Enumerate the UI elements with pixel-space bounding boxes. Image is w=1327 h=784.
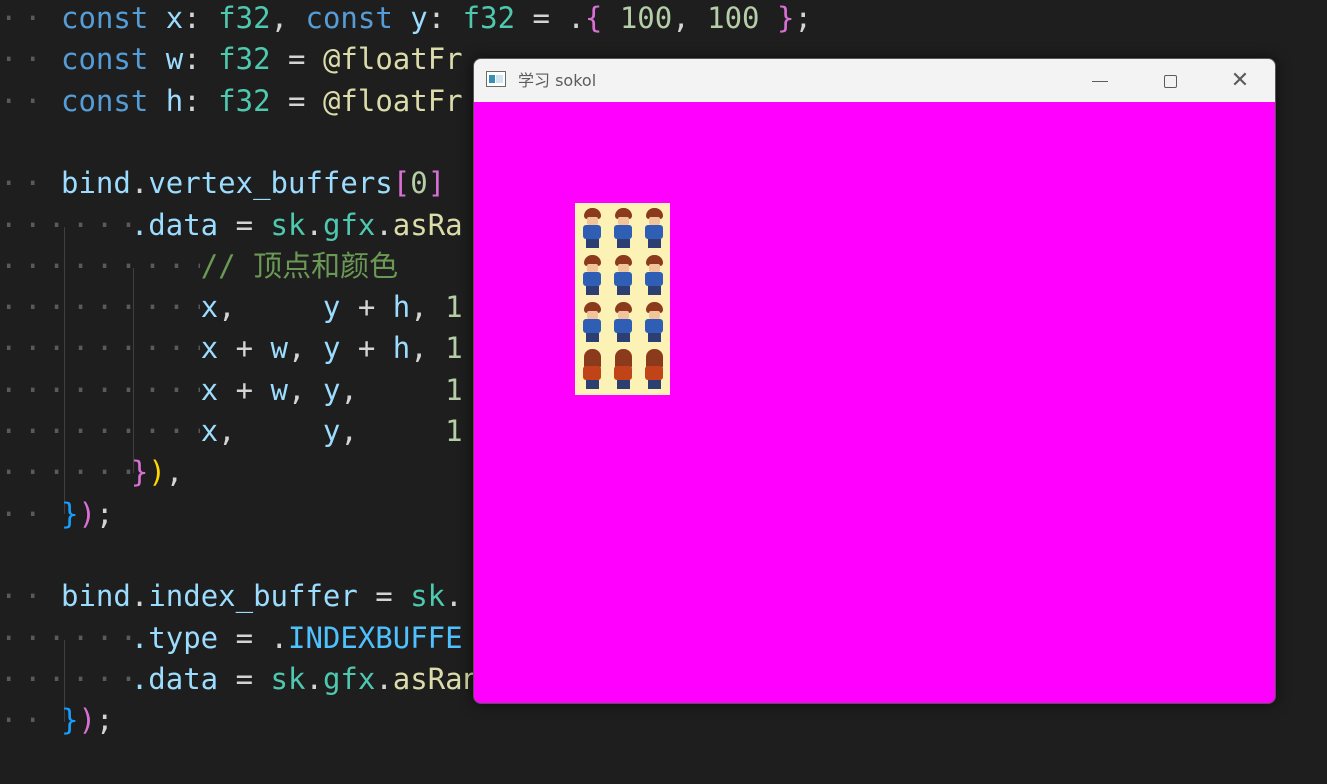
code-text: const h: f32 = @floatFr (61, 83, 463, 118)
code-line[interactable]: ·· const x: f32, const y: f32 = .{ 100, 1… (0, 0, 1327, 39)
minimize-button[interactable] (1065, 59, 1135, 102)
code-text: const w: f32 = @floatFr (61, 42, 463, 77)
code-text: x, y, 1 (200, 414, 463, 448)
code-text: bind.vertex_buffers[0] (61, 166, 446, 201)
maximize-button[interactable] (1135, 59, 1205, 102)
sprite-frame (578, 253, 606, 297)
whitespace-dots: ·· (0, 579, 48, 614)
sokol-app-window[interactable]: 学习 sokol ✕ (473, 58, 1276, 704)
sprite-frame (578, 300, 606, 344)
code-text: .type = .INDEXBUFFE (130, 620, 463, 655)
code-text: .data = sk.gfx.asRa (130, 207, 463, 242)
code-text: x + w, y, 1 (200, 372, 463, 407)
whitespace-dots: ·· (0, 83, 48, 118)
code-text: }), (130, 455, 184, 490)
character-sprite-sheet (575, 203, 670, 395)
sprite-frame (609, 300, 637, 344)
sprite-frame (609, 206, 637, 250)
window-titlebar[interactable]: 学习 sokol ✕ (474, 59, 1275, 102)
sprite-frame (578, 206, 606, 250)
whitespace-dots: ·· (0, 496, 48, 531)
code-text: const x: f32, const y: f32 = .{ 100, 100… (61, 1, 812, 35)
sprite-frame (640, 253, 668, 297)
code-text: // 顶点和颜色 (200, 248, 399, 283)
whitespace-dots: ·· (0, 1, 48, 35)
sprite-frame (640, 347, 668, 391)
sprite-frame (640, 206, 668, 250)
close-button[interactable]: ✕ (1205, 59, 1275, 102)
close-icon: ✕ (1230, 68, 1250, 93)
window-title: 学习 sokol (518, 71, 597, 90)
minimize-icon (1092, 80, 1108, 82)
code-text: }); (61, 703, 114, 738)
maximize-icon (1163, 74, 1177, 88)
app-window-icon (486, 71, 506, 87)
whitespace-dots: ·· (0, 42, 48, 77)
code-text: bind.index_buffer = sk. (61, 579, 463, 614)
sprite-frame (609, 347, 637, 391)
code-text: x, y + h, 1 (200, 290, 463, 325)
sprite-frame (640, 300, 668, 344)
code-text: }); (61, 496, 114, 531)
whitespace-dots: ·· (0, 166, 48, 201)
render-canvas[interactable] (474, 102, 1275, 703)
whitespace-dots: ·· (0, 703, 48, 738)
code-line[interactable]: ··}); (0, 700, 1327, 741)
code-text: x + w, y + h, 1 (200, 331, 463, 366)
sprite-frame (578, 347, 606, 391)
sprite-frame (609, 253, 637, 297)
